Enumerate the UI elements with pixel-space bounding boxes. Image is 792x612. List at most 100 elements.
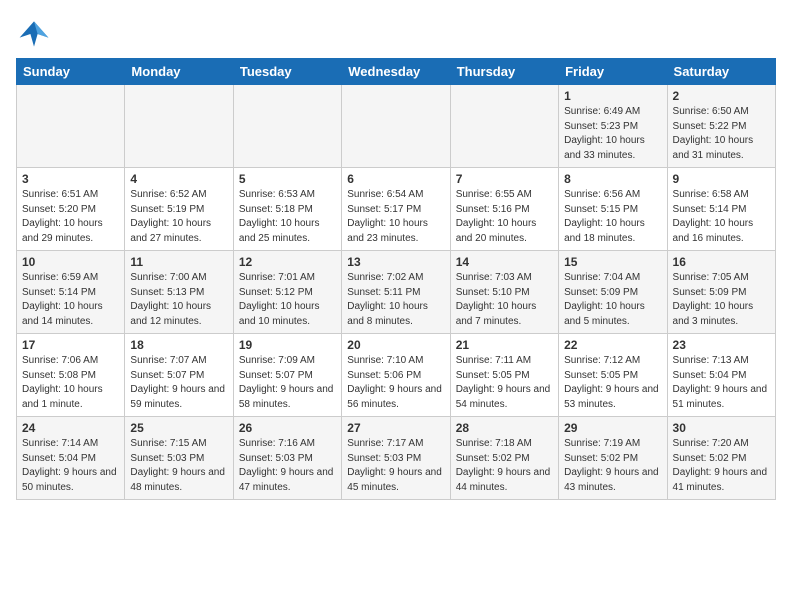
day-info: Sunrise: 7:09 AM Sunset: 5:07 PM Dayligh… bbox=[239, 354, 336, 412]
day-number: 18 bbox=[130, 338, 227, 352]
calendar-cell: 17 Sunrise: 7:06 AM Sunset: 5:08 PM Dayli… bbox=[17, 334, 125, 417]
day-info: Sunrise: 7:14 AM Sunset: 5:04 PM Dayligh… bbox=[22, 437, 119, 495]
calendar-cell: 16 Sunrise: 7:05 AM Sunset: 5:09 PM Dayli… bbox=[667, 251, 775, 334]
calendar-cell: 19Sunrise: 7:09 AM Sunset: 5:07 PM Dayli… bbox=[233, 334, 341, 417]
day-number: 2 bbox=[673, 89, 770, 103]
day-info: Sunrise: 7:07 AM Sunset: 5:07 PM Dayligh… bbox=[130, 354, 227, 412]
day-info: Sunrise: 7:17 AM Sunset: 5:03 PM Dayligh… bbox=[347, 437, 444, 495]
day-number: 26 bbox=[239, 421, 336, 435]
day-info: Sunrise: 6:54 AM Sunset: 5:17 PM Dayligh… bbox=[347, 188, 444, 246]
calendar-cell: 29 Sunrise: 7:19 AM Sunset: 5:02 PM Dayli… bbox=[559, 417, 667, 500]
calendar-cell: 1 Sunrise: 6:49 AM Sunset: 5:23 PM Daylig… bbox=[559, 85, 667, 168]
day-info: Sunrise: 7:13 AM Sunset: 5:04 PM Dayligh… bbox=[673, 354, 770, 412]
calendar-cell: 15 Sunrise: 7:04 AM Sunset: 5:09 PM Dayli… bbox=[559, 251, 667, 334]
calendar-cell: 5Sunrise: 6:53 AM Sunset: 5:18 PM Daylig… bbox=[233, 168, 341, 251]
calendar-cell: 18 Sunrise: 7:07 AM Sunset: 5:07 PM Dayli… bbox=[125, 334, 233, 417]
calendar-cell: 12Sunrise: 7:01 AM Sunset: 5:12 PM Dayli… bbox=[233, 251, 341, 334]
calendar-week-3: 10 Sunrise: 6:59 AM Sunset: 5:14 PM Dayli… bbox=[17, 251, 776, 334]
day-number: 29 bbox=[564, 421, 661, 435]
calendar-week-5: 24 Sunrise: 7:14 AM Sunset: 5:04 PM Dayli… bbox=[17, 417, 776, 500]
day-number: 13 bbox=[347, 255, 444, 269]
calendar-cell bbox=[17, 85, 125, 168]
day-info: Sunrise: 7:06 AM Sunset: 5:08 PM Dayligh… bbox=[22, 354, 119, 412]
day-info: Sunrise: 6:55 AM Sunset: 5:16 PM Dayligh… bbox=[456, 188, 553, 246]
calendar-cell bbox=[342, 85, 450, 168]
day-info: Sunrise: 7:04 AM Sunset: 5:09 PM Dayligh… bbox=[564, 271, 661, 329]
day-info: Sunrise: 6:56 AM Sunset: 5:15 PM Dayligh… bbox=[564, 188, 661, 246]
calendar-cell: 9 Sunrise: 6:58 AM Sunset: 5:14 PM Daylig… bbox=[667, 168, 775, 251]
page-header bbox=[16, 16, 776, 52]
day-number: 16 bbox=[673, 255, 770, 269]
weekday-header-saturday: Saturday bbox=[667, 59, 775, 85]
day-number: 27 bbox=[347, 421, 444, 435]
calendar-cell: 3 Sunrise: 6:51 AM Sunset: 5:20 PM Daylig… bbox=[17, 168, 125, 251]
day-number: 8 bbox=[564, 172, 661, 186]
calendar-cell: 27 Sunrise: 7:17 AM Sunset: 5:03 PM Dayli… bbox=[342, 417, 450, 500]
day-number: 1 bbox=[564, 89, 661, 103]
day-info: Sunrise: 7:12 AM Sunset: 5:05 PM Dayligh… bbox=[564, 354, 661, 412]
logo-icon bbox=[16, 16, 52, 52]
calendar-cell bbox=[450, 85, 558, 168]
day-info: Sunrise: 7:03 AM Sunset: 5:10 PM Dayligh… bbox=[456, 271, 553, 329]
day-number: 7 bbox=[456, 172, 553, 186]
calendar-week-1: 1 Sunrise: 6:49 AM Sunset: 5:23 PM Daylig… bbox=[17, 85, 776, 168]
calendar-cell: 6 Sunrise: 6:54 AM Sunset: 5:17 PM Daylig… bbox=[342, 168, 450, 251]
weekday-header-thursday: Thursday bbox=[450, 59, 558, 85]
calendar-cell: 21Sunrise: 7:11 AM Sunset: 5:05 PM Dayli… bbox=[450, 334, 558, 417]
day-info: Sunrise: 6:52 AM Sunset: 5:19 PM Dayligh… bbox=[130, 188, 227, 246]
day-number: 3 bbox=[22, 172, 119, 186]
day-info: Sunrise: 7:18 AM Sunset: 5:02 PM Dayligh… bbox=[456, 437, 553, 495]
day-info: Sunrise: 7:15 AM Sunset: 5:03 PM Dayligh… bbox=[130, 437, 227, 495]
day-info: Sunrise: 6:50 AM Sunset: 5:22 PM Dayligh… bbox=[673, 105, 770, 163]
calendar-cell: 4 Sunrise: 6:52 AM Sunset: 5:19 PM Daylig… bbox=[125, 168, 233, 251]
day-info: Sunrise: 7:10 AM Sunset: 5:06 PM Dayligh… bbox=[347, 354, 444, 412]
day-info: Sunrise: 7:11 AM Sunset: 5:05 PM Dayligh… bbox=[456, 354, 553, 412]
calendar-cell: 13 Sunrise: 7:02 AM Sunset: 5:11 PM Dayli… bbox=[342, 251, 450, 334]
day-info: Sunrise: 6:51 AM Sunset: 5:20 PM Dayligh… bbox=[22, 188, 119, 246]
day-info: Sunrise: 7:02 AM Sunset: 5:11 PM Dayligh… bbox=[347, 271, 444, 329]
day-number: 14 bbox=[456, 255, 553, 269]
calendar-cell bbox=[125, 85, 233, 168]
day-number: 6 bbox=[347, 172, 444, 186]
calendar-week-2: 3 Sunrise: 6:51 AM Sunset: 5:20 PM Daylig… bbox=[17, 168, 776, 251]
logo bbox=[16, 16, 56, 52]
weekday-header-sunday: Sunday bbox=[17, 59, 125, 85]
day-info: Sunrise: 6:59 AM Sunset: 5:14 PM Dayligh… bbox=[22, 271, 119, 329]
calendar-cell: 22 Sunrise: 7:12 AM Sunset: 5:05 PM Dayli… bbox=[559, 334, 667, 417]
day-info: Sunrise: 7:05 AM Sunset: 5:09 PM Dayligh… bbox=[673, 271, 770, 329]
day-number: 17 bbox=[22, 338, 119, 352]
day-info: Sunrise: 6:58 AM Sunset: 5:14 PM Dayligh… bbox=[673, 188, 770, 246]
calendar-cell: 25 Sunrise: 7:15 AM Sunset: 5:03 PM Dayli… bbox=[125, 417, 233, 500]
calendar-week-4: 17 Sunrise: 7:06 AM Sunset: 5:08 PM Dayli… bbox=[17, 334, 776, 417]
day-number: 30 bbox=[673, 421, 770, 435]
calendar-cell: 14 Sunrise: 7:03 AM Sunset: 5:10 PM Dayli… bbox=[450, 251, 558, 334]
weekday-header-row: SundayMondayTuesdayWednesdayThursdayFrid… bbox=[17, 59, 776, 85]
day-info: Sunrise: 7:16 AM Sunset: 5:03 PM Dayligh… bbox=[239, 437, 336, 495]
day-info: Sunrise: 7:00 AM Sunset: 5:13 PM Dayligh… bbox=[130, 271, 227, 329]
calendar-cell: 8 Sunrise: 6:56 AM Sunset: 5:15 PM Daylig… bbox=[559, 168, 667, 251]
day-number: 23 bbox=[673, 338, 770, 352]
calendar-cell: 20 Sunrise: 7:10 AM Sunset: 5:06 PM Dayli… bbox=[342, 334, 450, 417]
day-number: 10 bbox=[22, 255, 119, 269]
weekday-header-friday: Friday bbox=[559, 59, 667, 85]
day-info: Sunrise: 7:20 AM Sunset: 5:02 PM Dayligh… bbox=[673, 437, 770, 495]
calendar-cell: 2 Sunrise: 6:50 AM Sunset: 5:22 PM Daylig… bbox=[667, 85, 775, 168]
day-number: 12 bbox=[239, 255, 336, 269]
calendar-cell bbox=[233, 85, 341, 168]
day-info: Sunrise: 7:19 AM Sunset: 5:02 PM Dayligh… bbox=[564, 437, 661, 495]
day-number: 15 bbox=[564, 255, 661, 269]
day-number: 11 bbox=[130, 255, 227, 269]
calendar-cell: 23 Sunrise: 7:13 AM Sunset: 5:04 PM Dayli… bbox=[667, 334, 775, 417]
calendar-cell: 28Sunrise: 7:18 AM Sunset: 5:02 PM Dayli… bbox=[450, 417, 558, 500]
day-number: 9 bbox=[673, 172, 770, 186]
day-number: 25 bbox=[130, 421, 227, 435]
day-number: 22 bbox=[564, 338, 661, 352]
day-number: 24 bbox=[22, 421, 119, 435]
calendar-table: SundayMondayTuesdayWednesdayThursdayFrid… bbox=[16, 58, 776, 500]
day-number: 4 bbox=[130, 172, 227, 186]
day-info: Sunrise: 6:49 AM Sunset: 5:23 PM Dayligh… bbox=[564, 105, 661, 163]
weekday-header-wednesday: Wednesday bbox=[342, 59, 450, 85]
calendar-cell: 11 Sunrise: 7:00 AM Sunset: 5:13 PM Dayli… bbox=[125, 251, 233, 334]
day-number: 20 bbox=[347, 338, 444, 352]
weekday-header-tuesday: Tuesday bbox=[233, 59, 341, 85]
